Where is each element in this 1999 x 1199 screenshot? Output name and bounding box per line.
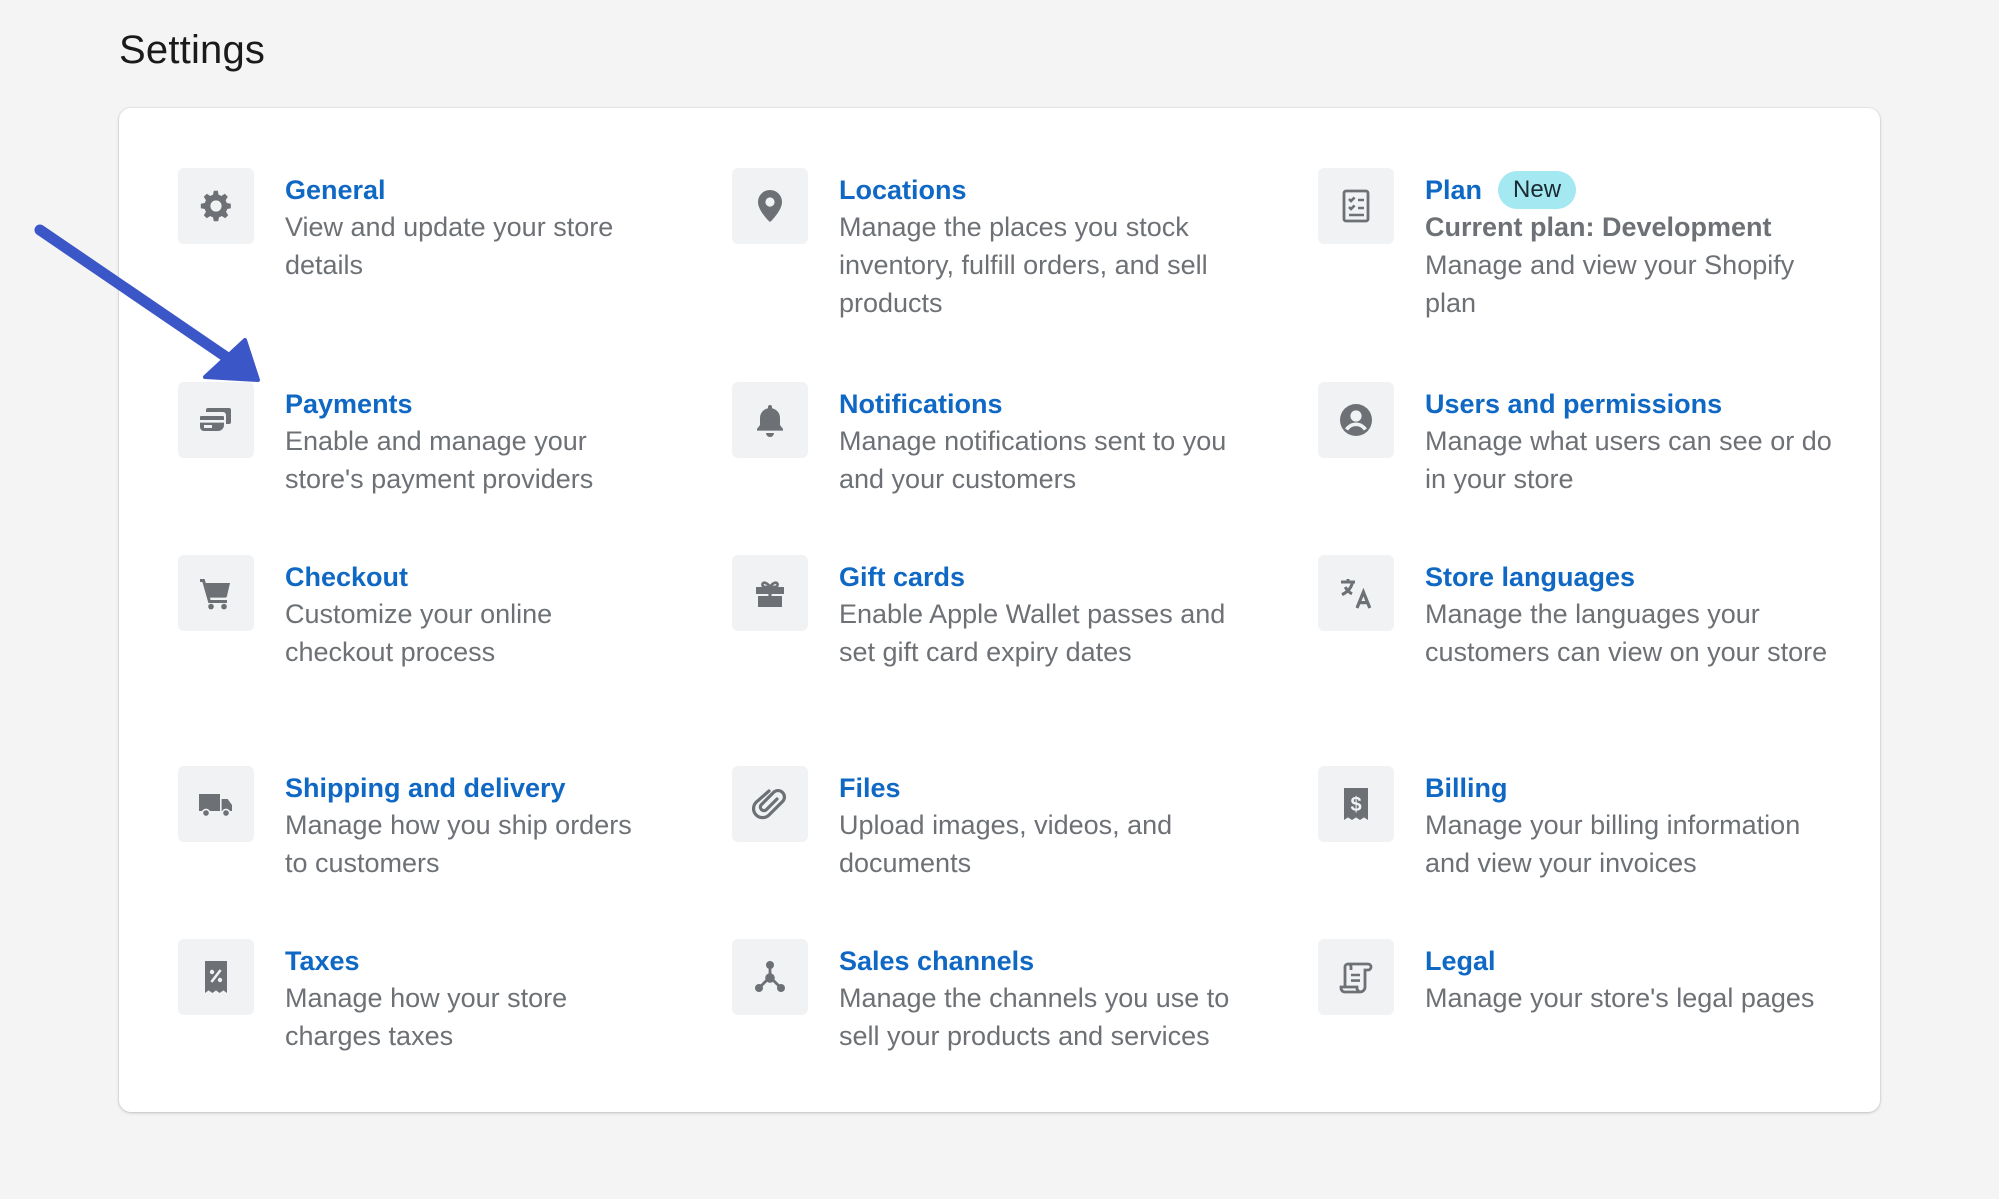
settings-item-description: Manage how your store charges taxes	[285, 983, 568, 1051]
settings-item-gift-cards[interactable]: Gift cards Enable Apple Wallet passes an…	[732, 555, 1252, 671]
settings-item-description: Manage the places you stock inventory, f…	[839, 212, 1208, 318]
settings-item-payments[interactable]: Payments Enable and manage your store's …	[178, 382, 648, 498]
cart-icon	[178, 555, 254, 631]
settings-item-sales-channels[interactable]: Sales channels Manage the channels you u…	[732, 939, 1252, 1055]
settings-item-users[interactable]: Users and permissions Manage what users …	[1318, 382, 1838, 498]
settings-item-title[interactable]: Locations	[839, 172, 967, 208]
settings-item-notifications[interactable]: Notifications Manage notifications sent …	[732, 382, 1252, 498]
settings-item-description: Upload images, videos, and documents	[839, 810, 1173, 878]
settings-item-title[interactable]: Files	[839, 770, 901, 806]
settings-item-description: Manage the channels you use to sell your…	[839, 983, 1230, 1051]
svg-text:$: $	[1350, 794, 1361, 816]
settings-item-checkout[interactable]: Checkout Customize your online checkout …	[178, 555, 648, 671]
settings-item-plan[interactable]: Plan New Current plan: Development Manag…	[1318, 168, 1838, 322]
settings-item-description: Manage your billing information and view…	[1425, 810, 1801, 878]
sales-channels-icon	[732, 939, 808, 1015]
settings-item-title[interactable]: Legal	[1425, 943, 1496, 979]
settings-item-title[interactable]: Store languages	[1425, 559, 1635, 595]
settings-item-title[interactable]: Taxes	[285, 943, 360, 979]
plan-checklist-icon	[1318, 168, 1394, 244]
settings-item-title[interactable]: General	[285, 172, 386, 208]
settings-item-description: Customize your online checkout process	[285, 599, 553, 667]
settings-item-description: Manage and view your Shopify plan	[1425, 250, 1795, 318]
settings-item-description: Manage the languages your customers can …	[1425, 599, 1828, 667]
settings-item-title[interactable]: Users and permissions	[1425, 386, 1722, 422]
settings-item-legal[interactable]: Legal Manage your store's legal pages	[1318, 939, 1858, 1017]
settings-item-shipping[interactable]: Shipping and delivery Manage how you shi…	[178, 766, 648, 882]
settings-item-description: Manage notifications sent to you and you…	[839, 426, 1227, 494]
current-plan-text: Current plan: Development	[1425, 212, 1772, 242]
payments-card-icon	[178, 382, 254, 458]
bell-icon	[732, 382, 808, 458]
tax-receipt-icon	[178, 939, 254, 1015]
truck-icon	[178, 766, 254, 842]
settings-item-title[interactable]: Gift cards	[839, 559, 965, 595]
settings-item-store-languages[interactable]: Store languages Manage the languages you…	[1318, 555, 1838, 671]
settings-item-files[interactable]: Files Upload images, videos, and documen…	[732, 766, 1252, 882]
annotation-arrow-icon	[34, 224, 260, 382]
settings-item-description: Enable and manage your store's payment p…	[285, 426, 594, 494]
settings-item-taxes[interactable]: Taxes Manage how your store charges taxe…	[178, 939, 648, 1055]
settings-item-description: Manage how you ship orders to customers	[285, 810, 632, 878]
settings-item-title[interactable]: Sales channels	[839, 943, 1034, 979]
settings-item-title[interactable]: Plan	[1425, 172, 1482, 208]
settings-item-title[interactable]: Shipping and delivery	[285, 770, 566, 806]
settings-item-description: Manage your store's legal pages	[1425, 983, 1815, 1013]
translate-icon	[1318, 555, 1394, 631]
paperclip-icon	[732, 766, 808, 842]
settings-item-billing[interactable]: $ Billing Manage your billing informatio…	[1318, 766, 1838, 882]
user-circle-icon	[1318, 382, 1394, 458]
legal-scroll-icon	[1318, 939, 1394, 1015]
settings-card: General View and update your store detai…	[119, 108, 1880, 1112]
settings-item-description: Manage what users can see or do in your …	[1425, 426, 1832, 494]
settings-item-title[interactable]: Notifications	[839, 386, 1003, 422]
gift-icon	[732, 555, 808, 631]
settings-item-description: Enable Apple Wallet passes and set gift …	[839, 599, 1226, 667]
settings-item-locations[interactable]: Locations Manage the places you stock in…	[732, 168, 1252, 322]
settings-item-title[interactable]: Payments	[285, 386, 413, 422]
settings-item-description: View and update your store details	[285, 212, 614, 280]
billing-receipt-icon: $	[1318, 766, 1394, 842]
settings-item-title[interactable]: Billing	[1425, 770, 1508, 806]
new-badge: New	[1498, 171, 1577, 209]
settings-item-title[interactable]: Checkout	[285, 559, 408, 595]
page-title: Settings	[119, 28, 266, 72]
location-pin-icon	[732, 168, 808, 244]
